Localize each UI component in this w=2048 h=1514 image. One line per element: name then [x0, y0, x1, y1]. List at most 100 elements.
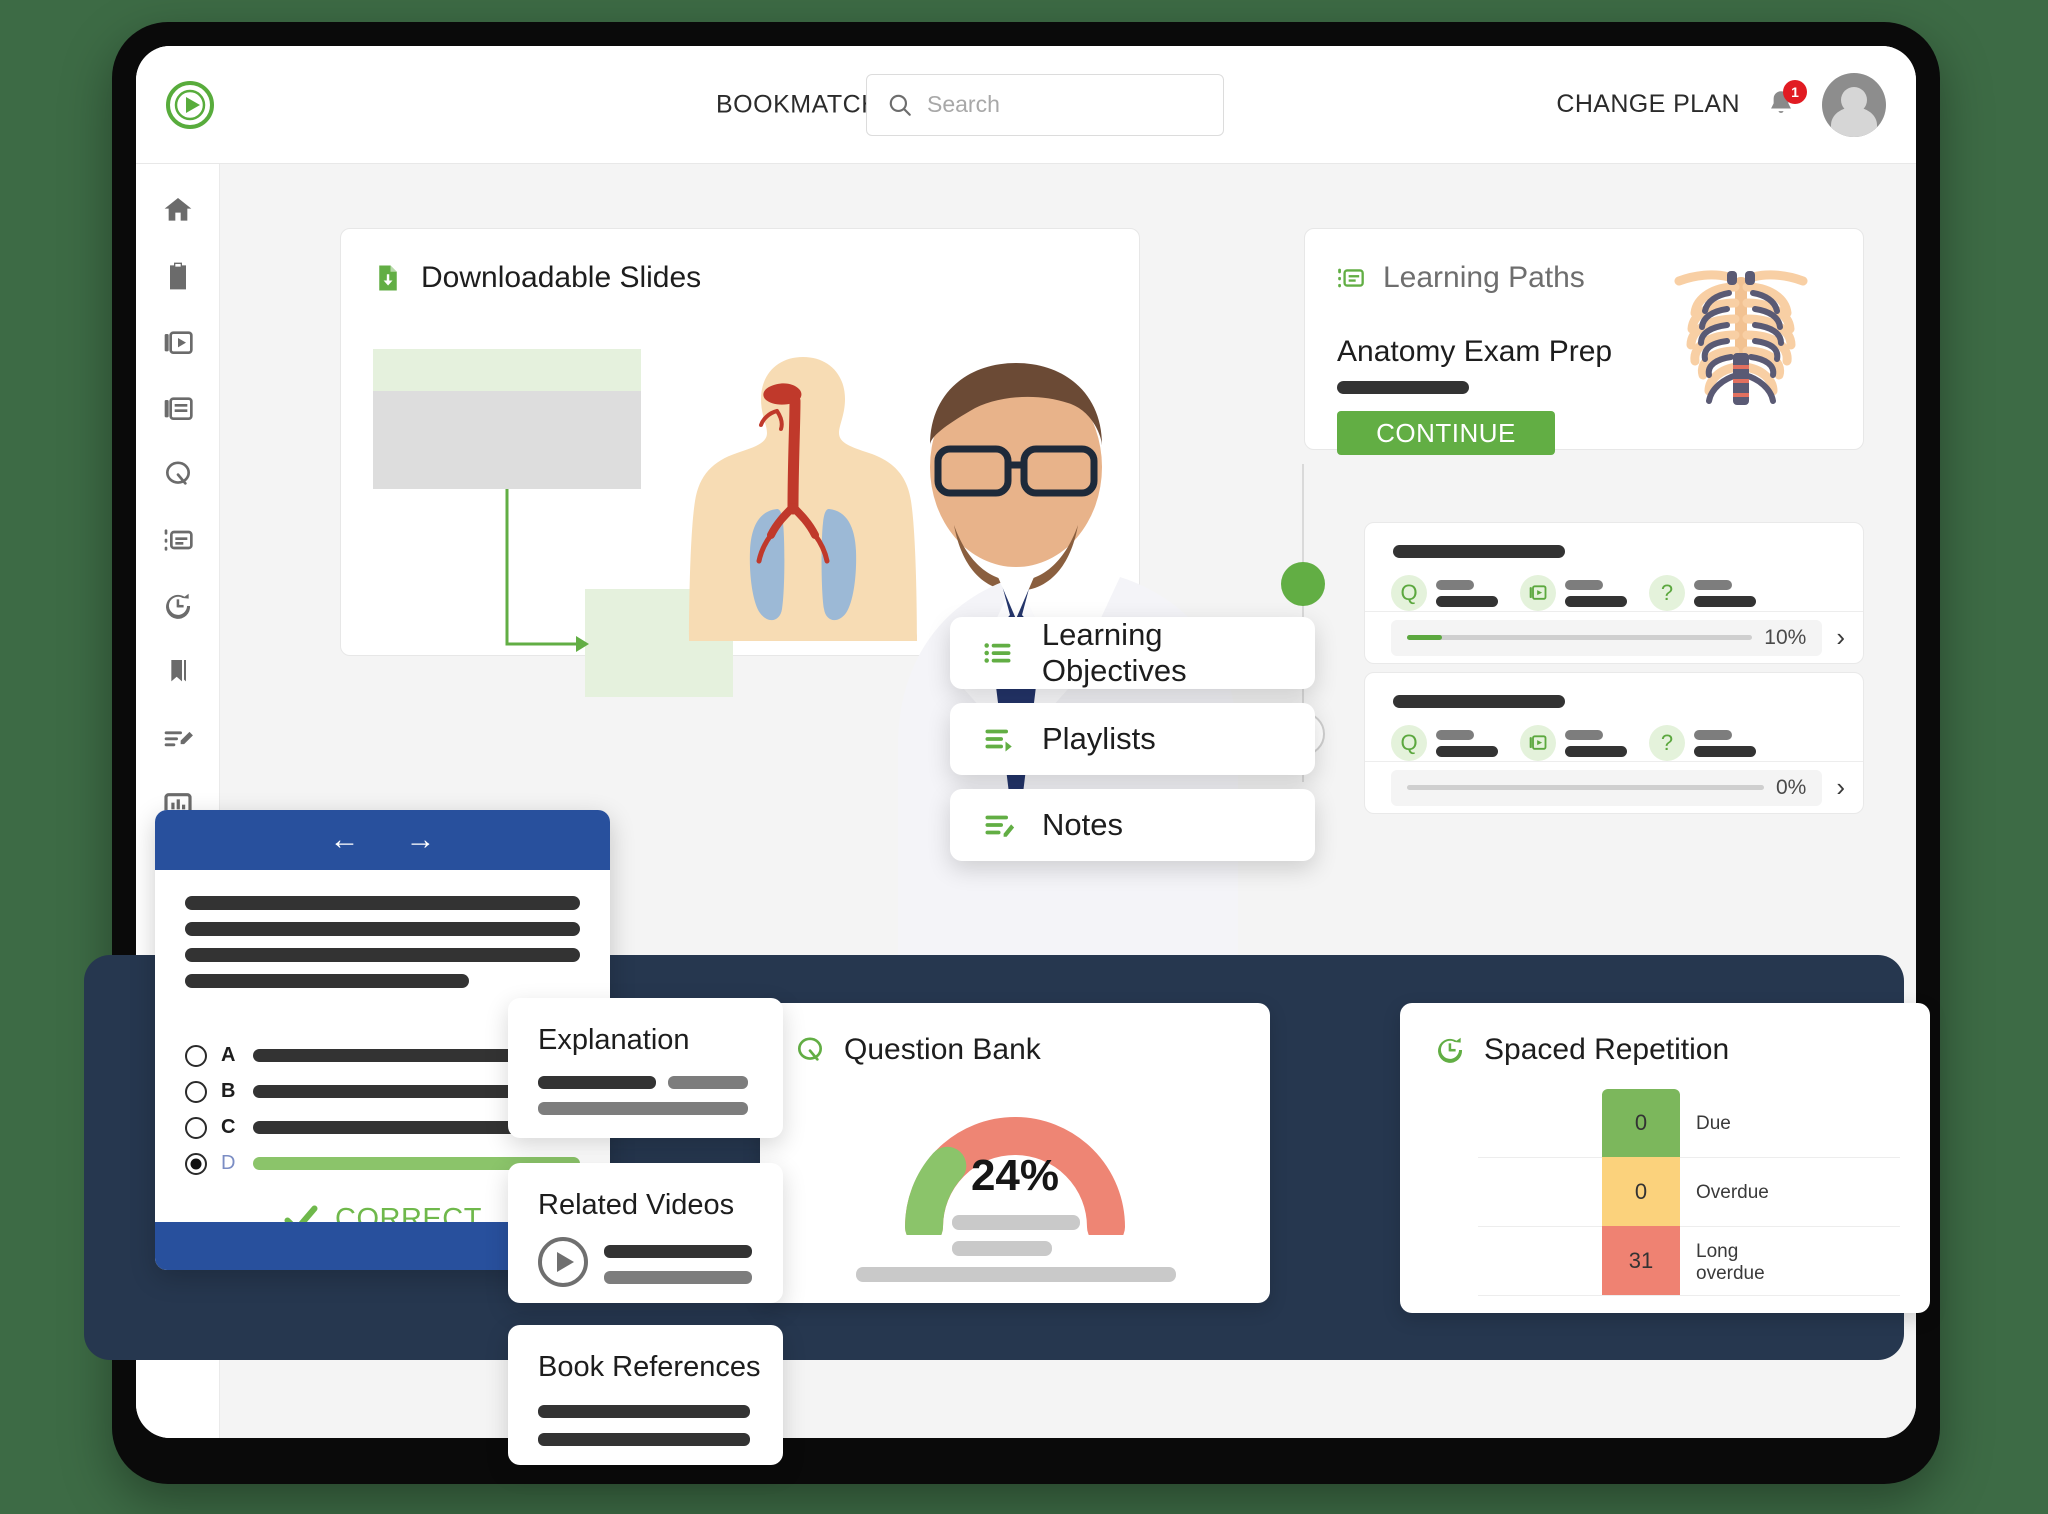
sidebar-item-assignments[interactable]	[158, 256, 198, 296]
timeline-node-active[interactable]	[1281, 562, 1325, 606]
notifications-button[interactable]: 1	[1764, 79, 1807, 123]
change-plan-button[interactable]: CHANGE PLAN	[1556, 90, 1740, 119]
text-placeholder	[952, 1241, 1052, 1256]
spaced-repetition-header: Spaced Repetition	[1400, 1003, 1930, 1067]
app-logo[interactable]	[164, 79, 216, 131]
bar-label: Long overdue	[1696, 1241, 1765, 1285]
text-placeholder	[538, 1405, 750, 1418]
bar-segment-overdue: 0	[1602, 1157, 1680, 1226]
path-item-progress: 10%	[1391, 619, 1823, 656]
sidebar-item-home[interactable]	[158, 190, 198, 230]
path-item-progress: 0%	[1391, 769, 1823, 806]
option-letter: A	[221, 1044, 236, 1066]
book-library-icon	[164, 397, 193, 420]
progress-label: 10%	[1764, 625, 1807, 649]
bar-value: 0	[1634, 1178, 1648, 1204]
gridline	[1478, 1226, 1900, 1227]
bar-segment-due: 0	[1602, 1089, 1680, 1157]
video-library-icon	[164, 331, 193, 354]
menu-learning-objectives[interactable]: Learning Objectives	[950, 617, 1315, 689]
learning-paths-title: Learning Paths	[1383, 261, 1585, 294]
menu-playlists[interactable]: Playlists	[950, 703, 1315, 775]
spaced-repetition-card[interactable]: Spaced Repetition 0 0 31 Due Overdue Lon…	[1400, 1003, 1930, 1313]
option-letter: B	[221, 1080, 236, 1102]
avatar[interactable]	[1822, 72, 1886, 137]
play-circle-logo-icon	[166, 80, 214, 129]
radio-button[interactable]	[185, 1080, 207, 1103]
bar-label: Due	[1696, 1113, 1731, 1134]
chevron-right-icon[interactable]: ›	[1836, 772, 1845, 803]
chevron-right-icon[interactable]: ›	[1836, 622, 1845, 653]
question-bank-q-icon	[798, 1037, 822, 1061]
notes-pencil-icon	[985, 815, 1015, 837]
slide-preview	[373, 339, 1238, 1089]
text-placeholder	[952, 1215, 1080, 1230]
notes-pencil-icon	[164, 731, 193, 747]
clock-refresh-icon	[165, 593, 190, 619]
downloadable-slides-card[interactable]: Downloadable Slides	[340, 228, 1238, 1089]
path-item-title-placeholder	[1393, 695, 1565, 708]
sidebar-item-bookmarks[interactable]	[158, 652, 198, 692]
sidebar-item-learning-paths[interactable]	[158, 520, 198, 560]
question-bank-q-icon: Q	[1391, 575, 1427, 611]
text-placeholder	[538, 1076, 656, 1089]
card-title: Related Videos	[538, 1189, 735, 1221]
path-item-badge-group: Q	[1391, 575, 1498, 611]
search-placeholder: Search	[927, 91, 1000, 117]
question-bank-card[interactable]: Question Bank 24%	[760, 1003, 1270, 1303]
spaced-repetition-chart: 0 0 31 Due Overdue Long overdue	[1478, 1089, 1900, 1296]
menu-notes[interactable]: Notes	[950, 789, 1315, 861]
sidebar-item-spaced-repetition[interactable]	[158, 586, 198, 626]
arrow-left-icon[interactable]: ←	[330, 825, 360, 855]
gridline	[1478, 1295, 1900, 1296]
progress-label: 0%	[1775, 775, 1807, 799]
path-item-badges: Q ?	[1391, 575, 1756, 611]
question-mark-icon: ?	[1649, 575, 1685, 611]
path-item-badge-group	[1520, 575, 1627, 611]
path-item-badge-group: ?	[1649, 725, 1756, 761]
learning-path-item[interactable]: Q ?	[1364, 672, 1864, 814]
learning-paths-icon	[164, 529, 193, 551]
search-input[interactable]: Search	[866, 73, 1224, 136]
card-title: Explanation	[538, 1024, 690, 1056]
question-line	[185, 896, 580, 910]
question-bank-title: Question Bank	[844, 1033, 1041, 1066]
quiz-nav-bar: ← →	[155, 810, 610, 870]
radio-button[interactable]	[185, 1044, 207, 1067]
sidebar-item-library[interactable]	[158, 388, 198, 428]
notification-badge: 1	[1783, 79, 1807, 104]
menu-label: Playlists	[1042, 721, 1156, 756]
learning-paths-card[interactable]: Learning Paths Anatomy Exam Prep CONTINU…	[1304, 228, 1864, 455]
spaced-repetition-title: Spaced Repetition	[1484, 1033, 1730, 1066]
learning-path-placeholder-bar	[1337, 381, 1469, 394]
explanation-card[interactable]: Explanation	[508, 998, 783, 1138]
path-item-footer: 0% ›	[1365, 761, 1863, 813]
sidebar-item-videos[interactable]	[158, 322, 198, 362]
radio-button[interactable]	[185, 1116, 207, 1139]
play-circle-icon[interactable]	[538, 1237, 588, 1287]
continue-button[interactable]: CONTINUE	[1337, 411, 1555, 455]
related-videos-card[interactable]: Related Videos	[508, 1163, 783, 1303]
bar-segment-long-overdue: 31	[1602, 1226, 1680, 1295]
sidebar-item-notes[interactable]	[158, 718, 198, 758]
arrow-right-icon[interactable]: →	[406, 825, 436, 855]
sidebar-item-question-bank[interactable]	[158, 454, 198, 494]
bar-label: Overdue	[1696, 1182, 1769, 1203]
radio-button-selected[interactable]	[185, 1152, 207, 1175]
learning-path-item[interactable]: Q ?	[1364, 522, 1864, 664]
gauge-value-label: 24%	[970, 1151, 1060, 1200]
path-item-title-placeholder	[1393, 545, 1565, 558]
path-item-footer: 10% ›	[1365, 611, 1863, 663]
question-line	[185, 948, 580, 962]
option-letter: D	[221, 1152, 236, 1174]
playlist-play-icon	[985, 729, 1012, 752]
video-icon	[1520, 725, 1556, 761]
option-letter: C	[221, 1116, 236, 1138]
home-icon	[164, 198, 191, 221]
text-placeholder	[668, 1076, 748, 1089]
path-item-badges: Q ?	[1391, 725, 1756, 761]
screenshot-stage: BOOKMATCHER Search CHANGE PLAN 1 Downloa…	[0, 0, 2048, 1514]
path-item-badge-group: Q	[1391, 725, 1498, 761]
gridline	[1478, 1157, 1900, 1158]
book-references-card[interactable]: Book References	[508, 1325, 783, 1465]
